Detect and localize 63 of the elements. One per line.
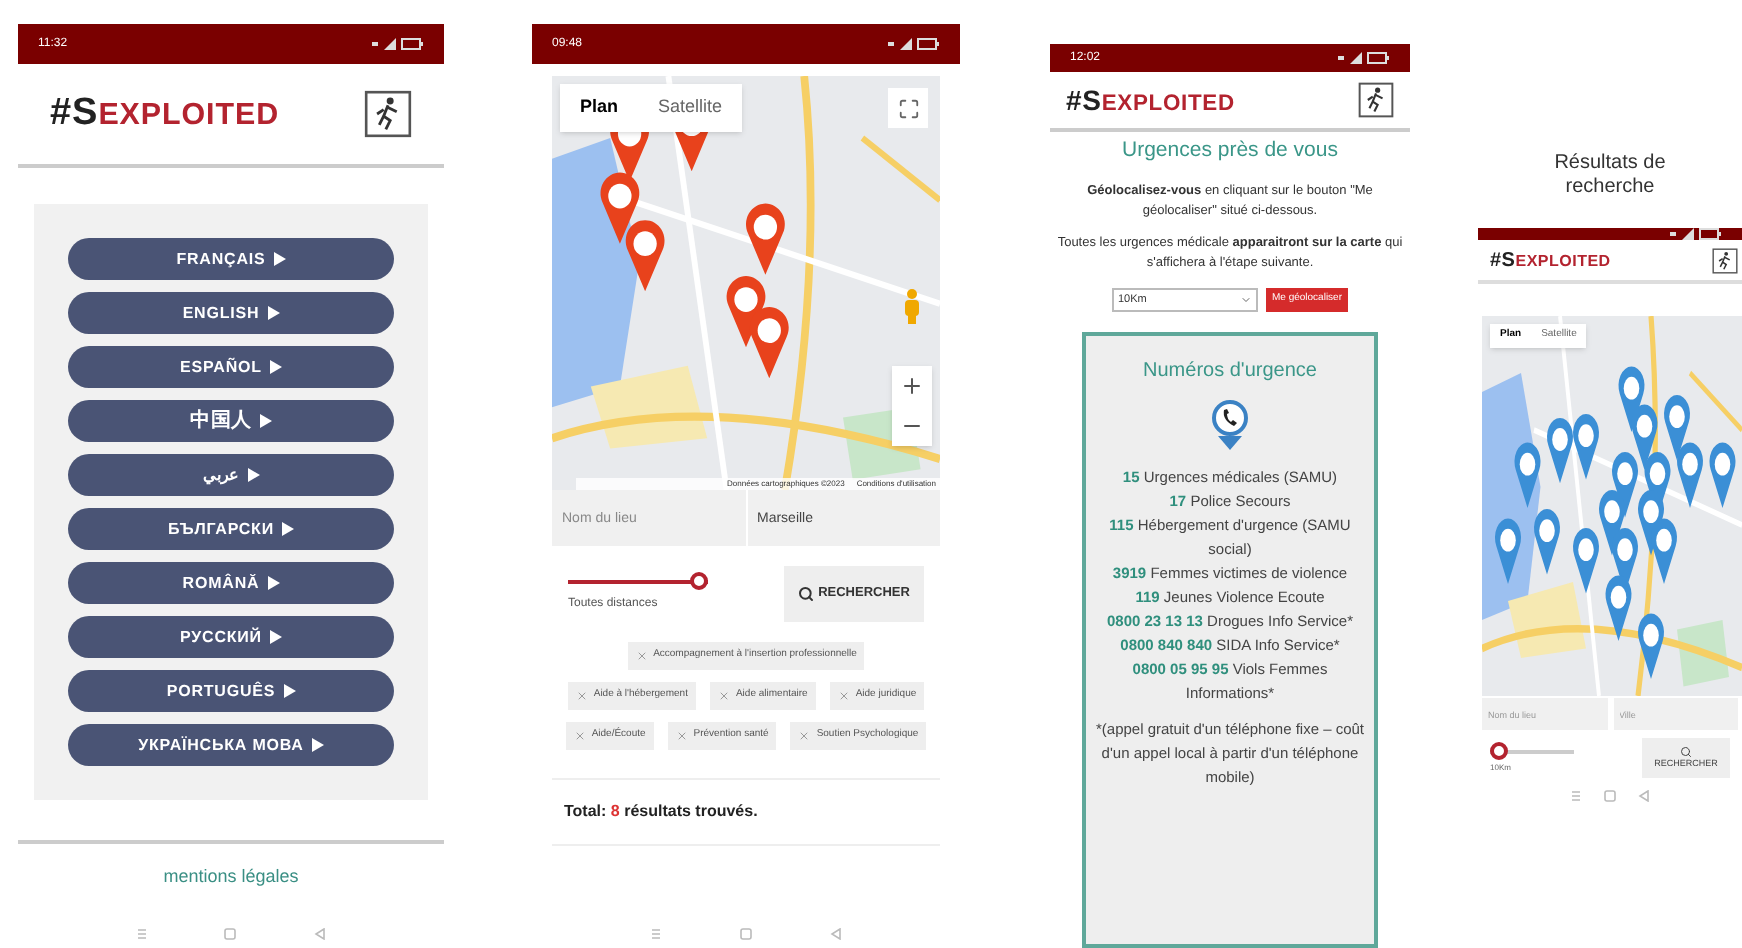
remove-icon	[573, 730, 586, 742]
language-button[interactable]: PORTUGUÊS	[68, 670, 394, 712]
page-title: Urgences près de vous	[1120, 136, 1340, 166]
person-figure-icon[interactable]	[900, 288, 924, 324]
map-type-tab[interactable]: Satellite	[638, 84, 743, 131]
language-button[interactable]: عربي	[68, 454, 394, 496]
play-icon	[260, 414, 273, 428]
app-logo: #SEXPLOITED	[1490, 247, 1611, 275]
play-icon	[247, 468, 259, 482]
fullscreen-button[interactable]	[888, 88, 928, 128]
remove-icon	[798, 730, 811, 742]
home-icon[interactable]	[1603, 790, 1616, 802]
distance-slider[interactable]	[568, 572, 708, 590]
app-logo: #SEXPLOITED	[1066, 81, 1235, 119]
legal-notice-link[interactable]: mentions légales	[163, 864, 299, 891]
play-icon	[273, 252, 286, 266]
language-button[interactable]: УКРАЇНСЬКА МОВА	[68, 724, 394, 766]
language-button[interactable]: БЪЛГАРСКИ	[68, 508, 394, 550]
running-figure-icon[interactable]	[1712, 247, 1738, 273]
running-figure-icon[interactable]	[364, 90, 412, 138]
language-button[interactable]: ROMÂNĂ	[68, 562, 394, 604]
remove-icon	[635, 650, 648, 662]
signal-battery-icon	[888, 38, 940, 50]
language-button[interactable]: ENGLISH	[68, 292, 394, 334]
language-button[interactable]: ESPAÑOL	[68, 346, 394, 388]
play-icon	[281, 522, 294, 536]
recent-apps-icon[interactable]	[650, 928, 663, 940]
signal-battery-icon	[372, 38, 424, 50]
recent-apps-icon[interactable]	[1569, 790, 1582, 802]
play-icon	[283, 684, 296, 698]
language-button[interactable]: 中国人	[68, 400, 394, 442]
recent-apps-icon[interactable]	[136, 928, 149, 940]
play-icon	[269, 630, 282, 644]
section-heading: Résultats de recherche	[1552, 152, 1668, 198]
back-icon[interactable]	[829, 928, 842, 940]
play-icon	[267, 576, 280, 590]
back-icon[interactable]	[313, 928, 326, 940]
plus-icon	[900, 374, 924, 398]
remove-icon	[837, 690, 850, 702]
signal-battery-icon	[1670, 228, 1722, 240]
remove-icon	[575, 690, 588, 702]
results-total: Total: 8 résultats trouvés.	[562, 800, 760, 824]
dropdown-caret-icon	[1239, 293, 1252, 306]
running-figure-icon[interactable]	[1358, 82, 1394, 118]
signal-battery-icon	[1338, 52, 1390, 64]
fullscreen-icon	[897, 97, 919, 119]
phone-pin-icon	[1210, 397, 1250, 450]
play-icon	[311, 738, 324, 752]
home-icon[interactable]	[224, 928, 237, 940]
app-logo: #SEXPLOITED	[50, 89, 280, 138]
remove-icon	[675, 730, 688, 742]
back-icon[interactable]	[1638, 790, 1651, 802]
distance-slider[interactable]	[1490, 742, 1574, 760]
home-icon[interactable]	[739, 928, 752, 940]
search-icon	[1680, 745, 1692, 758]
language-button[interactable]: FRANÇAIS	[68, 238, 394, 280]
card-title: Numéros d'urgence	[1143, 357, 1317, 386]
play-icon	[269, 360, 282, 374]
play-icon	[267, 306, 280, 320]
map-type-tab[interactable]: Plan	[560, 84, 639, 131]
remove-icon	[717, 690, 730, 702]
search-icon	[798, 586, 815, 602]
language-button[interactable]: РУССКИЙ	[68, 616, 394, 658]
